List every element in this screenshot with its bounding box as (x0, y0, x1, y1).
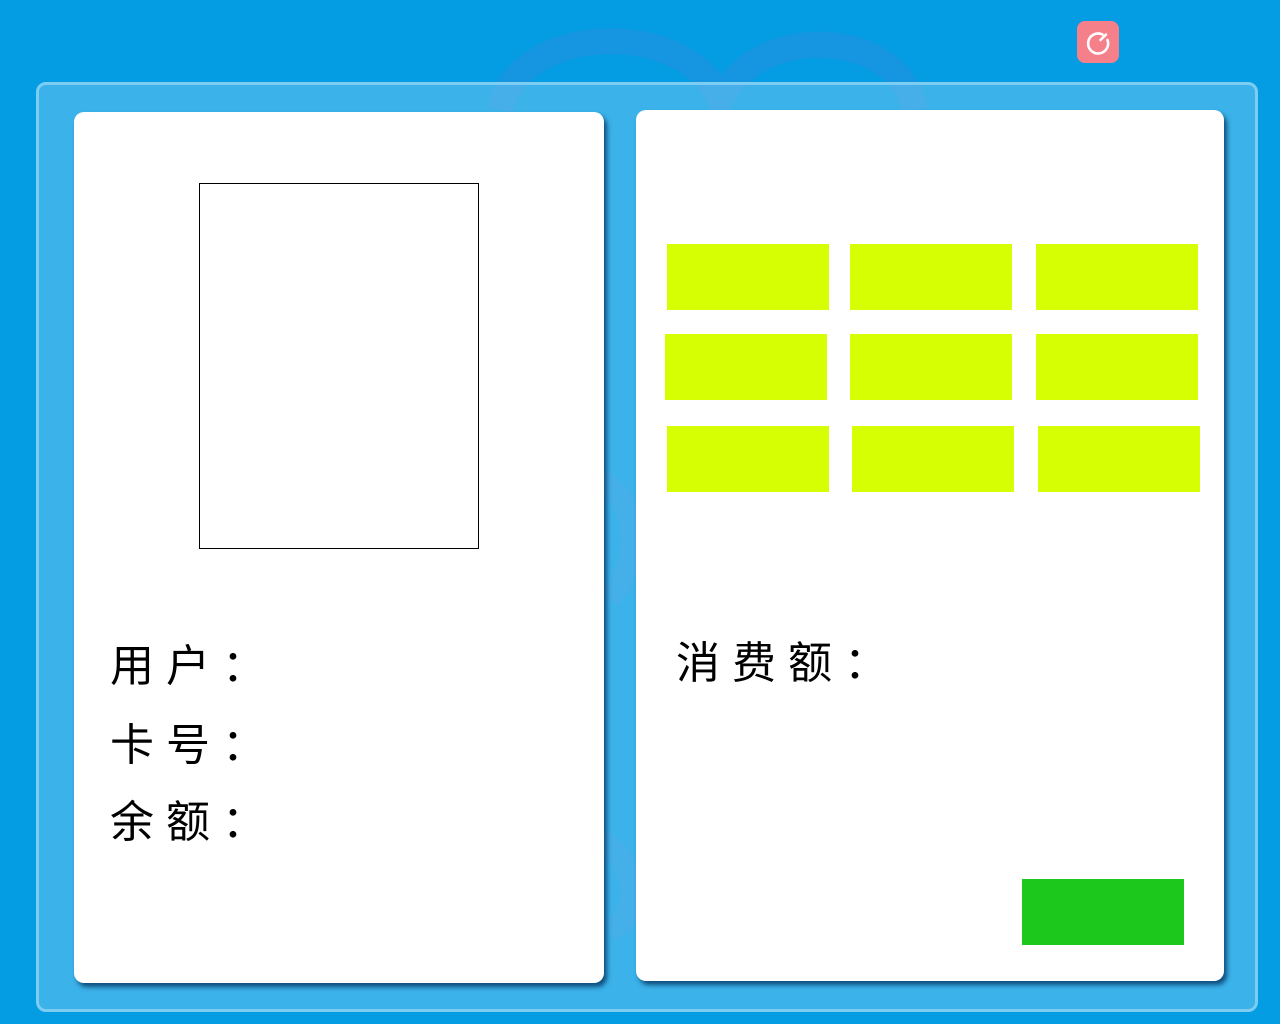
power-button[interactable] (1077, 21, 1119, 63)
user-photo (199, 183, 479, 549)
consumption-panel: 消费额： (636, 110, 1224, 981)
amount-button-3[interactable] (1036, 244, 1198, 310)
amount-button-7[interactable] (667, 426, 829, 492)
confirm-button[interactable] (1022, 879, 1184, 945)
amount-button-2[interactable] (850, 244, 1012, 310)
amount-button-5[interactable] (850, 334, 1012, 400)
user-label: 用户： (110, 641, 278, 692)
amount-button-9[interactable] (1038, 426, 1200, 492)
power-icon (1086, 32, 1110, 55)
amount-button-8[interactable] (852, 426, 1014, 492)
card-number-label: 卡号： (110, 720, 278, 771)
balance-label: 余额： (110, 797, 278, 848)
amount-button-1[interactable] (667, 244, 829, 310)
user-info-panel: 用户： 卡号： 余额： (74, 112, 604, 983)
amount-button-6[interactable] (1036, 334, 1198, 400)
consumption-amount-label: 消费额： (676, 638, 900, 689)
amount-button-4[interactable] (665, 334, 827, 400)
